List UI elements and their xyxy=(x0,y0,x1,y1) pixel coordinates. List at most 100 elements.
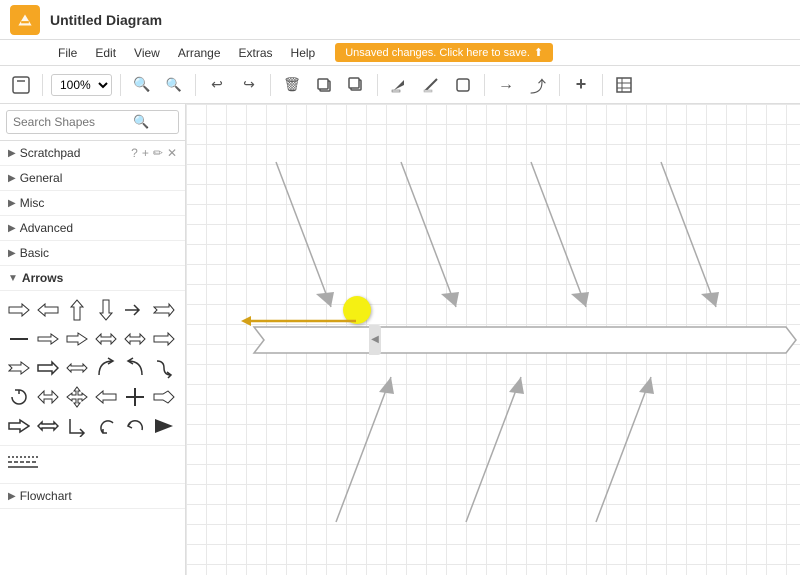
arrow-shape-4way[interactable] xyxy=(64,384,90,410)
menubar: File Edit View Arrange Extras Help Unsav… xyxy=(0,40,800,66)
connector-button[interactable]: → xyxy=(493,72,519,98)
chevron-right-icon: ▶ xyxy=(8,223,16,234)
toolbar-separator-2 xyxy=(120,74,121,96)
edit-icon[interactable]: ✏ xyxy=(153,146,163,160)
unsaved-label: Unsaved changes. Click here to save. xyxy=(345,47,530,59)
menu-file[interactable]: File xyxy=(50,44,85,62)
plus-icon[interactable]: + xyxy=(142,146,149,160)
arrow-shape-rotate[interactable] xyxy=(93,413,119,439)
arrow-shape-down[interactable] xyxy=(93,297,119,323)
table-button[interactable] xyxy=(611,72,637,98)
general-label: General xyxy=(20,171,63,185)
sidebar: 🔍 ▶ Scratchpad ? + ✏ ✕ ▶ General xyxy=(0,104,186,575)
arrow-shape-right-notch[interactable] xyxy=(151,297,177,323)
arrow-shape-curve-r[interactable] xyxy=(93,355,119,381)
toolbar-separator-7 xyxy=(559,74,560,96)
arrow-shape-right[interactable] xyxy=(6,297,32,323)
sidebar-item-scratchpad[interactable]: ▶ Scratchpad ? + ✏ ✕ xyxy=(0,141,185,166)
toolbar-separator-5 xyxy=(377,74,378,96)
menu-view[interactable]: View xyxy=(126,44,168,62)
sidebar-item-arrows[interactable]: ▼ Arrows xyxy=(0,266,185,291)
arrow-shape-r5[interactable] xyxy=(35,355,61,381)
arrows-grid xyxy=(0,291,185,446)
redo-button[interactable]: ↪ xyxy=(236,72,262,98)
arrow-shape-right2[interactable] xyxy=(122,297,148,323)
arrow-shape-hook-r[interactable] xyxy=(64,413,90,439)
header: Untitled Diagram xyxy=(0,0,800,40)
menu-edit[interactable]: Edit xyxy=(87,44,124,62)
waypoint-button[interactable]: ⤴ xyxy=(525,72,551,98)
sidebar-item-misc[interactable]: ▶ Misc xyxy=(0,191,185,216)
arrow-shape-left2[interactable] xyxy=(93,384,119,410)
fill-button[interactable] xyxy=(386,72,412,98)
toolbar-separator-1 xyxy=(42,74,43,96)
sidebar-section-misc: ▶ Misc xyxy=(0,191,185,216)
menu-help[interactable]: Help xyxy=(283,44,324,62)
sidebar-item-advanced[interactable]: ▶ Advanced xyxy=(0,216,185,241)
chevron-right-icon: ▶ xyxy=(8,248,16,259)
arrow-shape-right-double[interactable] xyxy=(64,326,90,352)
arrow-shape-rr[interactable] xyxy=(6,413,32,439)
arrow-shape-dash[interactable] xyxy=(6,326,32,352)
add-button[interactable]: + xyxy=(568,72,594,98)
tooltip-arrow-indicator xyxy=(231,309,361,337)
paste-button[interactable] xyxy=(343,72,369,98)
search-input-wrap[interactable]: 🔍 xyxy=(6,110,179,134)
arrow-shape-rotate-r[interactable] xyxy=(6,384,32,410)
collapse-icon: ◀ xyxy=(371,334,379,345)
arrow-shape-lr-wide[interactable] xyxy=(35,384,61,410)
arrow-shape-left[interactable] xyxy=(35,297,61,323)
toolbar: 100% 75% 50% 150% 🔍 🔍 ↩ ↪ 🗑 → ⤴ + xyxy=(0,66,800,104)
zoom-select[interactable]: 100% 75% 50% 150% xyxy=(51,74,112,96)
arrow-shape-r4[interactable] xyxy=(6,355,32,381)
diagram-svg xyxy=(186,104,800,575)
arrow-shape-left-right[interactable] xyxy=(93,326,119,352)
sidebar-section-flowchart: ▶ Flowchart xyxy=(0,484,185,509)
delete-button[interactable]: 🗑 xyxy=(279,72,305,98)
arrow-shape-split[interactable] xyxy=(151,384,177,410)
arrow-shape-lr3[interactable] xyxy=(64,355,90,381)
lines-icon[interactable] xyxy=(8,452,177,477)
toolbar-separator-6 xyxy=(484,74,485,96)
upload-icon: ⬆ xyxy=(534,46,543,59)
sidebar-section-scratchpad: ▶ Scratchpad ? + ✏ ✕ xyxy=(0,141,185,166)
zoom-out-button[interactable]: 🔍 xyxy=(161,72,187,98)
unsaved-changes-button[interactable]: Unsaved changes. Click here to save. ⬆ xyxy=(335,43,553,62)
menu-extras[interactable]: Extras xyxy=(231,44,281,62)
copy-page-button[interactable] xyxy=(311,72,337,98)
scratchpad-label: Scratchpad xyxy=(20,146,81,160)
search-box: 🔍 xyxy=(0,104,185,141)
arrow-shape-lr4[interactable] xyxy=(35,413,61,439)
undo-button[interactable]: ↩ xyxy=(204,72,230,98)
arrow-shape-undo[interactable] xyxy=(122,413,148,439)
advanced-label: Advanced xyxy=(20,221,73,235)
arrow-shape-right3[interactable] xyxy=(151,326,177,352)
arrow-shape-right-open[interactable] xyxy=(35,326,61,352)
title-area: Untitled Diagram xyxy=(50,12,162,28)
shape-button[interactable] xyxy=(450,72,476,98)
search-icon: 🔍 xyxy=(133,114,149,130)
arrow-shape-filled[interactable] xyxy=(151,413,177,439)
sidebar-item-general[interactable]: ▶ General xyxy=(0,166,185,191)
arrow-shape-lr2[interactable] xyxy=(122,326,148,352)
menu-arrange[interactable]: Arrange xyxy=(170,44,229,62)
format-button[interactable] xyxy=(8,72,34,98)
arrow-shape-cross[interactable] xyxy=(122,384,148,410)
close-icon[interactable]: ✕ xyxy=(167,146,177,160)
lines-section xyxy=(0,446,185,484)
sidebar-item-basic[interactable]: ▶ Basic xyxy=(0,241,185,266)
arrow-shape-s-curve[interactable] xyxy=(151,355,177,381)
chevron-right-icon: ▶ xyxy=(8,148,16,159)
flowchart-label: Flowchart xyxy=(20,489,72,503)
search-input[interactable] xyxy=(13,115,133,129)
canvas-area[interactable]: ◀ xyxy=(186,104,800,575)
sidebar-section-arrows: ▼ Arrows xyxy=(0,266,185,484)
sidebar-item-flowchart[interactable]: ▶ Flowchart xyxy=(0,484,185,509)
line-color-button[interactable] xyxy=(418,72,444,98)
arrow-shape-curve-l[interactable] xyxy=(122,355,148,381)
zoom-in-button[interactable]: 🔍 xyxy=(129,72,155,98)
main-area: 🔍 ▶ Scratchpad ? + ✏ ✕ ▶ General xyxy=(0,104,800,575)
arrow-shape-up[interactable] xyxy=(64,297,90,323)
sidebar-collapse-handle[interactable]: ◀ xyxy=(369,325,381,355)
question-icon[interactable]: ? xyxy=(131,146,138,160)
